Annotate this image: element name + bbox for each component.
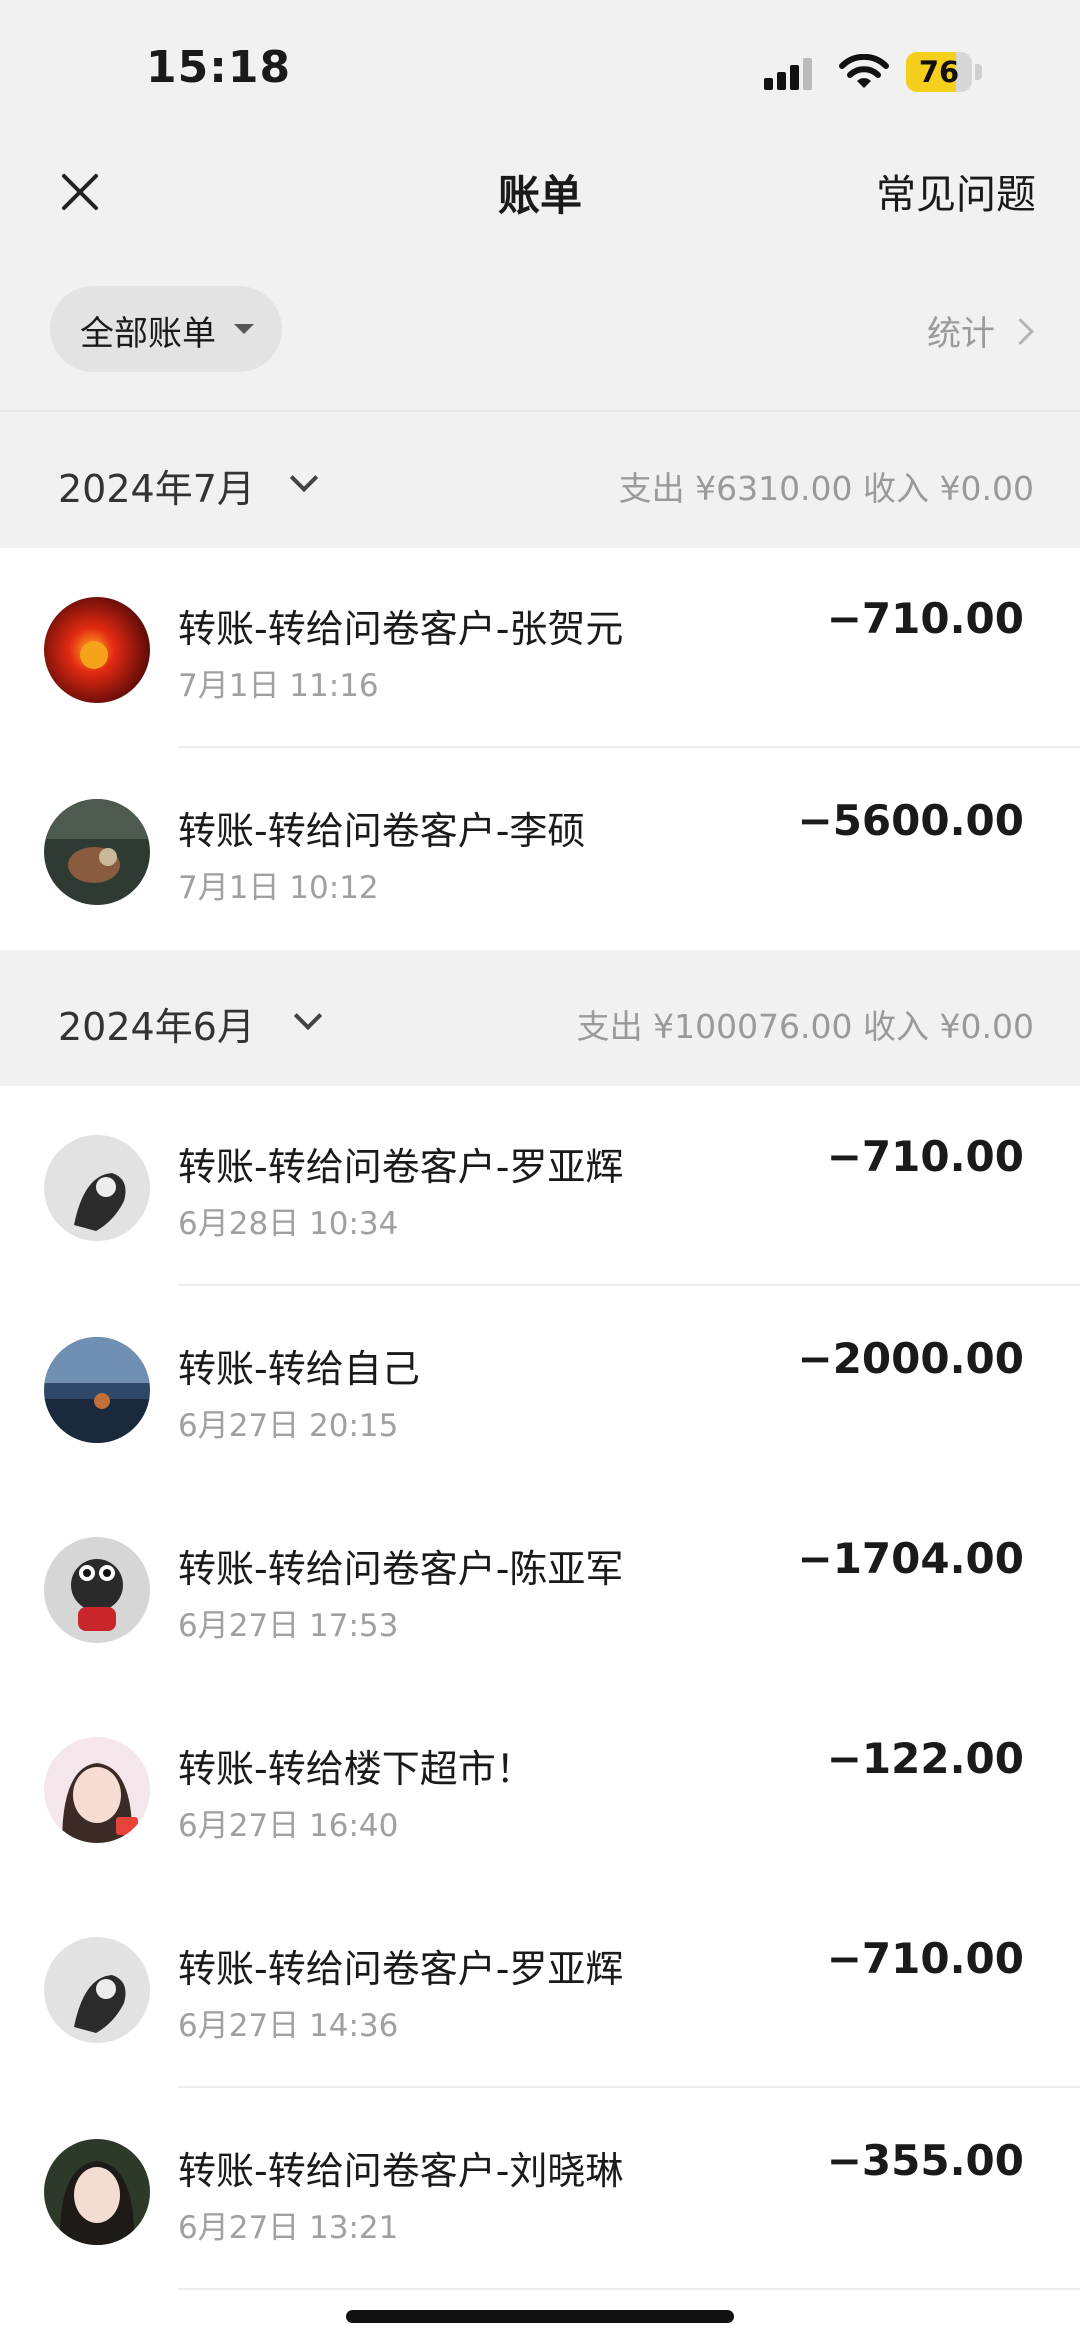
bill-filter-dropdown[interactable]: 全部账单	[50, 286, 282, 372]
transaction-row[interactable]: 转账-转给问卷客户-刘晓琳 6月27日 13:21 −355.00	[0, 2090, 1080, 2290]
transaction-amount: −122.00	[826, 1734, 1024, 1783]
row-divider	[178, 2086, 1080, 2088]
stats-label: 统计	[927, 314, 995, 354]
transaction-time: 6月27日 16:40	[178, 1808, 399, 1844]
avatar	[44, 1337, 150, 1443]
transaction-row[interactable]: 转账-转给问卷客户-陈亚军 6月27日 17:53 −1704.00	[0, 1488, 1080, 1688]
chevron-down-icon	[289, 463, 319, 493]
transaction-time: 6月27日 20:15	[178, 1408, 399, 1444]
row-divider	[178, 746, 1080, 748]
transaction-title: 转账-转给问卷客户-张贺元	[178, 607, 624, 651]
bill-filter-label: 全部账单	[80, 314, 216, 354]
transaction-title: 转账-转给问卷客户-罗亚辉	[178, 1145, 624, 1189]
transaction-title: 转账-转给问卷客户-罗亚辉	[178, 1947, 624, 1991]
transaction-amount: −2000.00	[797, 1334, 1025, 1383]
home-indicator[interactable]	[346, 2310, 734, 2323]
row-divider	[178, 1284, 1080, 1286]
month-summary: 支出 ¥6310.00 收入 ¥0.00	[618, 469, 1034, 508]
transaction-title: 转账-转给问卷客户-刘晓琳	[178, 2149, 624, 2193]
month-header-june[interactable]: 2024年6月 支出 ¥100076.00 收入 ¥0.00	[0, 950, 1080, 1086]
transaction-row[interactable]: 转账-转给问卷客户-罗亚辉 6月28日 10:34 −710.00	[0, 1086, 1080, 1286]
transaction-amount: −710.00	[826, 1934, 1024, 1983]
avatar	[44, 1537, 150, 1643]
transaction-title: 转账-转给问卷客户-陈亚军	[178, 1547, 624, 1591]
chevron-right-icon	[1007, 318, 1034, 345]
month-summary: 支出 ¥100076.00 收入 ¥0.00	[576, 1007, 1034, 1046]
status-time: 15:18	[146, 42, 292, 93]
avatar	[44, 1737, 150, 1843]
row-divider	[178, 2288, 1080, 2290]
transaction-time: 6月27日 17:53	[178, 1608, 399, 1644]
transaction-row[interactable]: 转账-转给楼下超市！ 6月27日 16:40 −122.00	[0, 1688, 1080, 1888]
transaction-time: 6月27日 13:21	[178, 2210, 399, 2246]
avatar	[44, 1937, 150, 2043]
chevron-down-icon	[293, 1001, 323, 1031]
avatar	[44, 799, 150, 905]
month-label: 2024年7月	[58, 467, 255, 511]
wifi-icon	[839, 54, 889, 88]
month-label: 2024年6月	[58, 1005, 255, 1049]
transaction-row[interactable]: 转账-转给问卷客户-李硕 7月1日 10:12 −5600.00	[0, 750, 1080, 950]
transaction-amount: −1704.00	[797, 1534, 1025, 1583]
transaction-amount: −710.00	[826, 1132, 1024, 1181]
transaction-title: 转账-转给楼下超市！	[178, 1747, 534, 1791]
transaction-row[interactable]: 转账-转给问卷客户-罗亚辉 6月27日 14:36 −710.00	[0, 1888, 1080, 2088]
avatar	[44, 597, 150, 703]
transaction-title: 转账-转给问卷客户-李硕	[178, 809, 586, 853]
cellular-signal-icon	[764, 58, 812, 90]
transaction-time: 7月1日 10:12	[178, 870, 379, 906]
transaction-time: 6月27日 14:36	[178, 2008, 399, 2044]
faq-link[interactable]: 常见问题	[876, 162, 1036, 220]
caret-down-icon	[234, 324, 254, 334]
transaction-amount: −710.00	[826, 594, 1024, 643]
avatar	[44, 2139, 150, 2245]
battery-icon: 76	[906, 52, 986, 92]
stats-link[interactable]: 统计	[927, 306, 1034, 355]
battery-percent: 76	[918, 55, 960, 89]
transaction-title: 转账-转给自己	[178, 1347, 420, 1391]
transaction-row[interactable]: 转账-转给自己 6月27日 20:15 −2000.00	[0, 1288, 1080, 1488]
month-header-july[interactable]: 2024年7月 支出 ¥6310.00 收入 ¥0.00	[0, 412, 1080, 548]
transaction-amount: −5600.00	[797, 796, 1025, 845]
transaction-amount: −355.00	[826, 2136, 1024, 2185]
avatar	[44, 1135, 150, 1241]
transaction-time: 6月28日 10:34	[178, 1206, 399, 1242]
transaction-row[interactable]: 转账-转给问卷客户-张贺元 7月1日 11:16 −710.00	[0, 548, 1080, 748]
transaction-time: 7月1日 11:16	[178, 668, 379, 704]
